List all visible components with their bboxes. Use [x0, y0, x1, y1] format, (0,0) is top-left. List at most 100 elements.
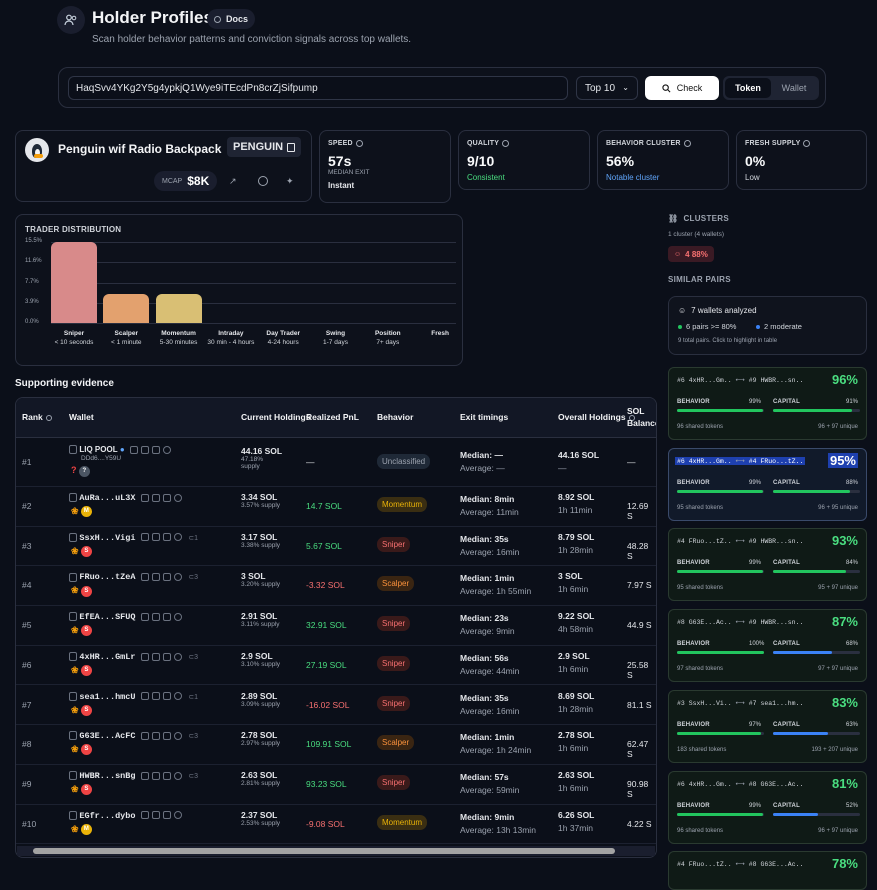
pair-card[interactable]: #6 4xHR...Gm.. ⟷ #9 HWBR...sn.. 96% BEHA…	[668, 367, 867, 440]
wallet-address[interactable]: SsxH...Vigi	[79, 533, 135, 543]
website-icon[interactable]	[258, 176, 268, 186]
copy-icon[interactable]	[151, 731, 160, 740]
bookmark-icon[interactable]	[140, 493, 149, 502]
wallet-cell[interactable]: FRuo...tZeA ⊂3 ❀ S	[69, 571, 229, 597]
check-button[interactable]: Check	[645, 76, 719, 100]
chart-icon[interactable]	[162, 692, 171, 701]
table-row[interactable]: #8 G63E...AcFC ⊂3 ❀ S 2.78 SOL 2.97% supp…	[16, 725, 656, 765]
bookmark-icon[interactable]	[140, 612, 149, 621]
wallet-cell[interactable]: AuRa...uL3X ❀ M	[69, 492, 229, 518]
bookmark-icon[interactable]	[140, 573, 149, 582]
pair-card[interactable]: #4 FRuo...tZ.. ⟷ #8 G63E...Ac.. 78%	[668, 851, 867, 890]
wallet-address[interactable]: sea1...hmcU	[79, 692, 135, 702]
user-icon[interactable]	[173, 493, 182, 502]
user-icon[interactable]	[173, 652, 182, 661]
wallet-cell[interactable]: G63E...AcFC ⊂3 ❀ S	[69, 730, 229, 756]
column-header[interactable]: Wallet	[69, 398, 94, 438]
bar-sniper[interactable]	[51, 242, 97, 323]
user-icon[interactable]	[173, 771, 182, 780]
wallet-address[interactable]: G63E...AcFC	[79, 731, 135, 741]
copy-icon[interactable]	[151, 692, 160, 701]
bookmark-icon[interactable]	[140, 731, 149, 740]
wallet-cell[interactable]: 4xHR...GmLr ⊂3 ❀ S	[69, 651, 229, 677]
column-header[interactable]: Rank	[22, 398, 52, 438]
table-row[interactable]: #1 LIQ POOL ● DDd6....Y59U ? ? 44.16 SOL…	[16, 438, 656, 487]
docs-button[interactable]: Docs	[207, 9, 256, 29]
chart-icon[interactable]	[162, 731, 171, 740]
horizontal-scrollbar[interactable]	[17, 846, 655, 856]
wallet-cell[interactable]: LIQ POOL ● DDd6....Y59U ? ?	[69, 444, 229, 477]
table-row[interactable]: #3 SsxH...Vigi ⊂1 ❀ S 3.17 SOL 3.38% supp…	[16, 527, 656, 567]
wallet-address[interactable]: EGfr...dybo	[79, 811, 135, 821]
wallet-cell[interactable]: SsxH...Vigi ⊂1 ❀ S	[69, 532, 229, 557]
copy-icon[interactable]	[151, 771, 160, 780]
column-header[interactable]: SOL Balance	[627, 398, 656, 438]
bookmark-icon[interactable]	[140, 652, 149, 661]
copy-icon[interactable]	[141, 445, 150, 454]
pair-card[interactable]: #6 4xHR...Gm.. ⟷ #8 G63E...Ac.. 81% BEHA…	[668, 770, 867, 844]
toggle-token[interactable]: Token	[725, 78, 771, 98]
table-row[interactable]: #5 EfEA...SFUQ ❀ S 2.91 SOL 3.11% supply …	[16, 606, 656, 646]
chart-icon[interactable]	[162, 771, 171, 780]
table-row[interactable]: #2 AuRa...uL3X ❀ M 3.34 SOL 3.57% supply …	[16, 487, 656, 527]
pair-card[interactable]: #8 G63E...Ac.. ⟷ #9 HWBR...sn.. 87% BEHA…	[668, 609, 867, 683]
twitter-icon[interactable]: ✦	[286, 176, 294, 187]
bookmark-icon[interactable]	[140, 533, 149, 542]
pair-card[interactable]: #3 SsxH...Vi.. ⟷ #7 sea1...hm.. 83% BEHA…	[668, 689, 867, 763]
chart-icon[interactable]	[162, 493, 171, 502]
bar-momentum[interactable]	[155, 293, 202, 323]
chart-icon[interactable]	[152, 445, 161, 454]
chart-icon[interactable]	[162, 612, 171, 621]
toggle-wallet[interactable]: Wallet	[771, 78, 817, 98]
address-input[interactable]: HaqSvv4YKg2Y5g4ypkjQ1Wye9iTEcdPn8crZjSif…	[68, 76, 568, 100]
table-row[interactable]: #9 HWBR...snBg ⊂3 ❀ S 2.63 SOL 2.81% supp…	[16, 765, 656, 805]
user-icon[interactable]	[163, 445, 172, 454]
user-icon[interactable]	[173, 612, 182, 621]
copy-icon[interactable]	[151, 811, 160, 820]
wallet-cell[interactable]: EGfr...dybo ❀ M	[69, 810, 229, 835]
copy-icon[interactable]	[151, 533, 160, 542]
wallet-cell[interactable]: sea1...hmcU ⊂1 ❀ S	[69, 691, 229, 716]
copy-icon[interactable]	[151, 573, 160, 582]
table-row[interactable]: #6 4xHR...GmLr ⊂3 ❀ S 2.9 SOL 3.10% suppl…	[16, 646, 656, 686]
cluster-chip[interactable]: ☺ 4 88%	[668, 246, 714, 262]
user-icon[interactable]	[173, 533, 182, 542]
bookmark-icon[interactable]	[140, 771, 149, 780]
wallet-address[interactable]: AuRa...uL3X	[79, 493, 135, 503]
bookmark-icon[interactable]	[140, 692, 149, 701]
user-icon[interactable]	[173, 811, 182, 820]
chart-link-icon[interactable]: ↗	[229, 176, 237, 187]
wallet-address[interactable]: LIQ POOL	[79, 445, 117, 454]
chart-icon[interactable]	[162, 652, 171, 661]
chart-icon[interactable]	[162, 573, 171, 582]
copy-icon[interactable]	[151, 652, 160, 661]
pair-card[interactable]: #4 FRuo...tZ.. ⟷ #9 HWBR...sn.. 93% BEHA…	[668, 528, 867, 602]
table-row[interactable]: #7 sea1...hmcU ⊂1 ❀ S 2.89 SOL 3.09% supp…	[16, 686, 656, 726]
wallet-cell[interactable]: EfEA...SFUQ ❀ S	[69, 611, 229, 637]
table-row[interactable]: #4 FRuo...tZeA ⊂3 ❀ S 3 SOL 3.20% supply …	[16, 566, 656, 607]
bar-scalper[interactable]	[103, 293, 150, 323]
copy-icon[interactable]	[151, 493, 160, 502]
user-icon[interactable]	[173, 692, 182, 701]
column-header[interactable]: Exit timings	[460, 398, 508, 438]
wallet-address[interactable]: HWBR...snBg	[79, 771, 135, 781]
copy-icon[interactable]	[151, 612, 160, 621]
user-icon[interactable]	[173, 573, 182, 582]
token-symbol-copy[interactable]: PENGUIN	[227, 137, 302, 157]
scrollbar-thumb[interactable]	[33, 848, 615, 854]
wallet-address[interactable]: FRuo...tZeA	[79, 572, 135, 582]
bookmark-icon[interactable]	[130, 445, 139, 454]
top-select[interactable]: Top 10 ⌄	[576, 76, 638, 100]
column-header[interactable]: Overall Holdings	[558, 398, 635, 438]
pair-card[interactable]: #6 4xHR...Gm.. ⟷ #4 FRuo...tZ.. 95% BEHA…	[668, 447, 867, 521]
table-row[interactable]: #10 EGfr...dybo ❀ M 2.37 SOL 2.53% supply…	[16, 805, 656, 845]
column-header[interactable]: Current Holdings	[241, 398, 310, 438]
bookmark-icon[interactable]	[140, 811, 149, 820]
column-header[interactable]: Realized PnL	[306, 398, 359, 438]
chart-icon[interactable]	[162, 811, 171, 820]
wallet-address[interactable]: 4xHR...GmLr	[79, 652, 135, 662]
user-icon[interactable]	[173, 731, 182, 740]
chart-icon[interactable]	[162, 533, 171, 542]
wallet-cell[interactable]: HWBR...snBg ⊂3 ❀ S	[69, 770, 229, 796]
column-header[interactable]: Behavior	[377, 398, 413, 438]
